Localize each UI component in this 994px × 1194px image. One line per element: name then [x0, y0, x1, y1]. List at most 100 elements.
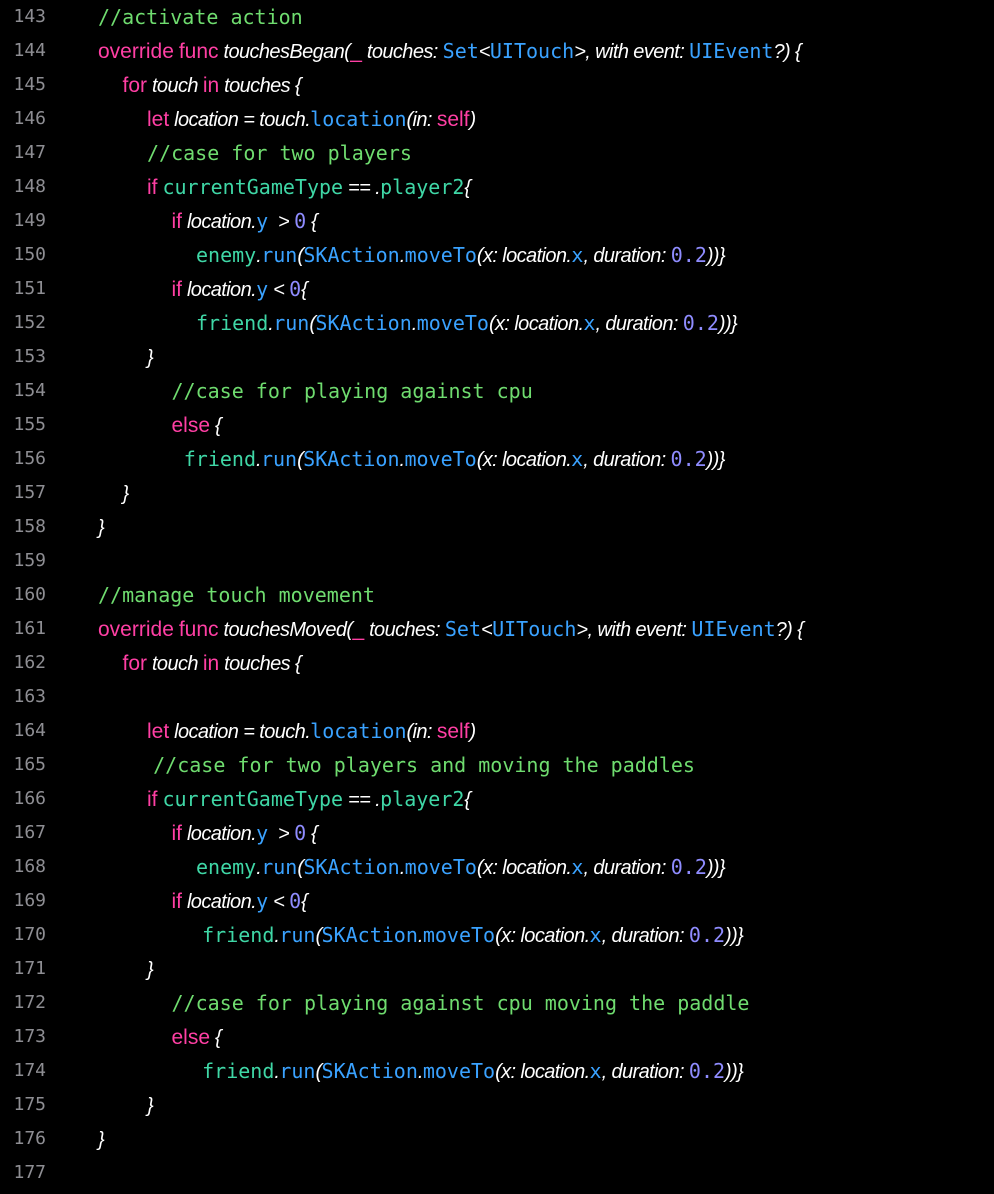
code-line[interactable]: 156 friend.run(SKAction.moveTo(x: locatio…	[0, 442, 994, 476]
code-line[interactable]: 150 enemy.run(SKAction.moveTo(x: location…	[0, 238, 994, 272]
code-line[interactable]: 162 for touch in touches {	[0, 646, 994, 680]
code-text: //case for playing against cpu moving th…	[172, 989, 750, 1017]
code-text: else {	[172, 1023, 222, 1052]
plain-token: ?) {	[775, 619, 804, 641]
property-token: enemy	[196, 855, 257, 879]
keyword-token: override	[98, 40, 174, 63]
plain-token: ))}	[706, 449, 726, 471]
number-token: 0.2	[688, 1059, 726, 1083]
code-line[interactable]: 153}	[0, 340, 994, 374]
code-line[interactable]: 163	[0, 680, 994, 714]
line-number: 161	[13, 618, 46, 639]
plain-token: {	[306, 823, 318, 845]
line-number: 147	[13, 142, 46, 163]
code-line[interactable]: 175}	[0, 1088, 994, 1122]
code-line[interactable]: 164 let location = touch.location(in: sel…	[0, 714, 994, 748]
plain-token: )	[469, 109, 477, 131]
method-token: moveTo	[416, 311, 489, 335]
code-line[interactable]: 145 for touch in touches {	[0, 68, 994, 102]
method-token: x	[589, 1059, 602, 1083]
keyword-token: if	[171, 278, 183, 301]
code-line[interactable]: 152 friend.run(SKAction.moveTo(x: locatio…	[0, 306, 994, 340]
code-line[interactable]: 170 friend.run(SKAction.moveTo(x: locatio…	[0, 918, 994, 952]
code-line[interactable]: 144 override func touchesBegan(_ touches:…	[0, 34, 994, 68]
line-number: 176	[13, 1128, 46, 1149]
plain-token: <	[268, 891, 290, 913]
plain-token: touches {	[219, 653, 302, 675]
number-token: 0	[294, 209, 307, 233]
method-token: y	[256, 821, 269, 845]
code-text: for touch in touches {	[123, 71, 302, 100]
code-line[interactable]: 168 enemy.run(SKAction.moveTo(x: location…	[0, 850, 994, 884]
code-line[interactable]: 169 if location.y < 0{	[0, 884, 994, 918]
keyword-token: for	[122, 652, 148, 675]
property-token: player2	[380, 787, 465, 811]
code-text: //activate action	[98, 3, 303, 31]
method-token: x	[583, 311, 596, 335]
code-editor[interactable]: 143 //activate action 144 override func tou…	[0, 0, 994, 1194]
code-line[interactable]: 143 //activate action	[0, 0, 994, 34]
type-token: SKAction	[315, 311, 412, 335]
plain-token: (in:	[406, 721, 437, 743]
property-token: friend	[183, 447, 256, 471]
code-line[interactable]: 161 override func touchesMoved(_ touches:…	[0, 612, 994, 646]
code-line[interactable]: 172 //case for playing against cpu moving…	[0, 986, 994, 1020]
keyword-token: override	[98, 618, 174, 641]
code-line[interactable]: 158}	[0, 510, 994, 544]
code-line[interactable]: 171}	[0, 952, 994, 986]
plain-token: {	[464, 789, 471, 811]
code-text: //manage touch movement	[98, 581, 375, 609]
plain-token: , duration:	[583, 449, 671, 471]
code-line[interactable]: 154 //case for playing against cpu	[0, 374, 994, 408]
keyword-token: if	[147, 176, 158, 199]
code-line[interactable]: 155 else {	[0, 408, 994, 442]
property-token: friend	[202, 1059, 275, 1083]
line-number: 174	[13, 1060, 46, 1081]
code-line[interactable]: 151 if location.y < 0{	[0, 272, 994, 306]
property-token: player2	[380, 175, 465, 199]
keyword-token: let	[147, 720, 170, 743]
code-line[interactable]: 176}	[0, 1122, 994, 1156]
code-line[interactable]: 166 if currentGameType == .player2{	[0, 782, 994, 816]
code-text: if currentGameType == .player2{	[147, 173, 471, 202]
code-line[interactable]: 149 if location.y > 0 {	[0, 204, 994, 238]
plain-token: >, with event:	[574, 41, 690, 63]
code-line[interactable]: 160 //manage touch movement	[0, 578, 994, 612]
code-line[interactable]: 146 let location = touch.location(in: sel…	[0, 102, 994, 136]
plain-token: touch	[147, 75, 203, 97]
code-text: override func touchesBegan(_ touches: Se…	[98, 37, 802, 66]
type-token: UITouch	[492, 617, 577, 641]
method-token: y	[256, 277, 269, 301]
keyword-token: else	[171, 414, 211, 437]
code-line[interactable]: 167 if location.y > 0 {	[0, 816, 994, 850]
line-number: 177	[13, 1162, 46, 1183]
keyword-token: func	[178, 40, 219, 63]
code-line[interactable]: 174 friend.run(SKAction.moveTo(x: locatio…	[0, 1054, 994, 1088]
code-line[interactable]: 165 //case for two players and moving the…	[0, 748, 994, 782]
code-line[interactable]: 173 else {	[0, 1020, 994, 1054]
code-text: }	[147, 955, 154, 984]
line-number: 170	[13, 924, 46, 945]
plain-token: {	[301, 279, 308, 301]
type-token: SKAction	[321, 923, 418, 947]
plain-token: ))}	[706, 857, 726, 879]
line-number: 155	[13, 414, 46, 435]
keyword-token: if	[171, 822, 183, 845]
code-line[interactable]: 147 //case for two players	[0, 136, 994, 170]
line-number: 154	[13, 380, 46, 401]
plain-token: touches {	[219, 75, 302, 97]
code-text: let location = touch.location(in: self)	[147, 105, 476, 134]
keyword-token: else	[171, 1026, 211, 1049]
type-token: SKAction	[303, 855, 400, 879]
comment-token: //manage touch movement	[98, 583, 375, 607]
code-text: let location = touch.location(in: self)	[147, 717, 476, 746]
plain-token: (in:	[406, 109, 437, 131]
plain-token: (x: location.	[488, 313, 584, 335]
code-line[interactable]: 159	[0, 544, 994, 578]
plain-token: , duration:	[601, 925, 689, 947]
code-line[interactable]: 157}	[0, 476, 994, 510]
type-token: Set	[442, 39, 479, 63]
code-line[interactable]: 177	[0, 1156, 994, 1190]
keyword-token: if	[171, 210, 183, 233]
code-line[interactable]: 148 if currentGameType == .player2{	[0, 170, 994, 204]
